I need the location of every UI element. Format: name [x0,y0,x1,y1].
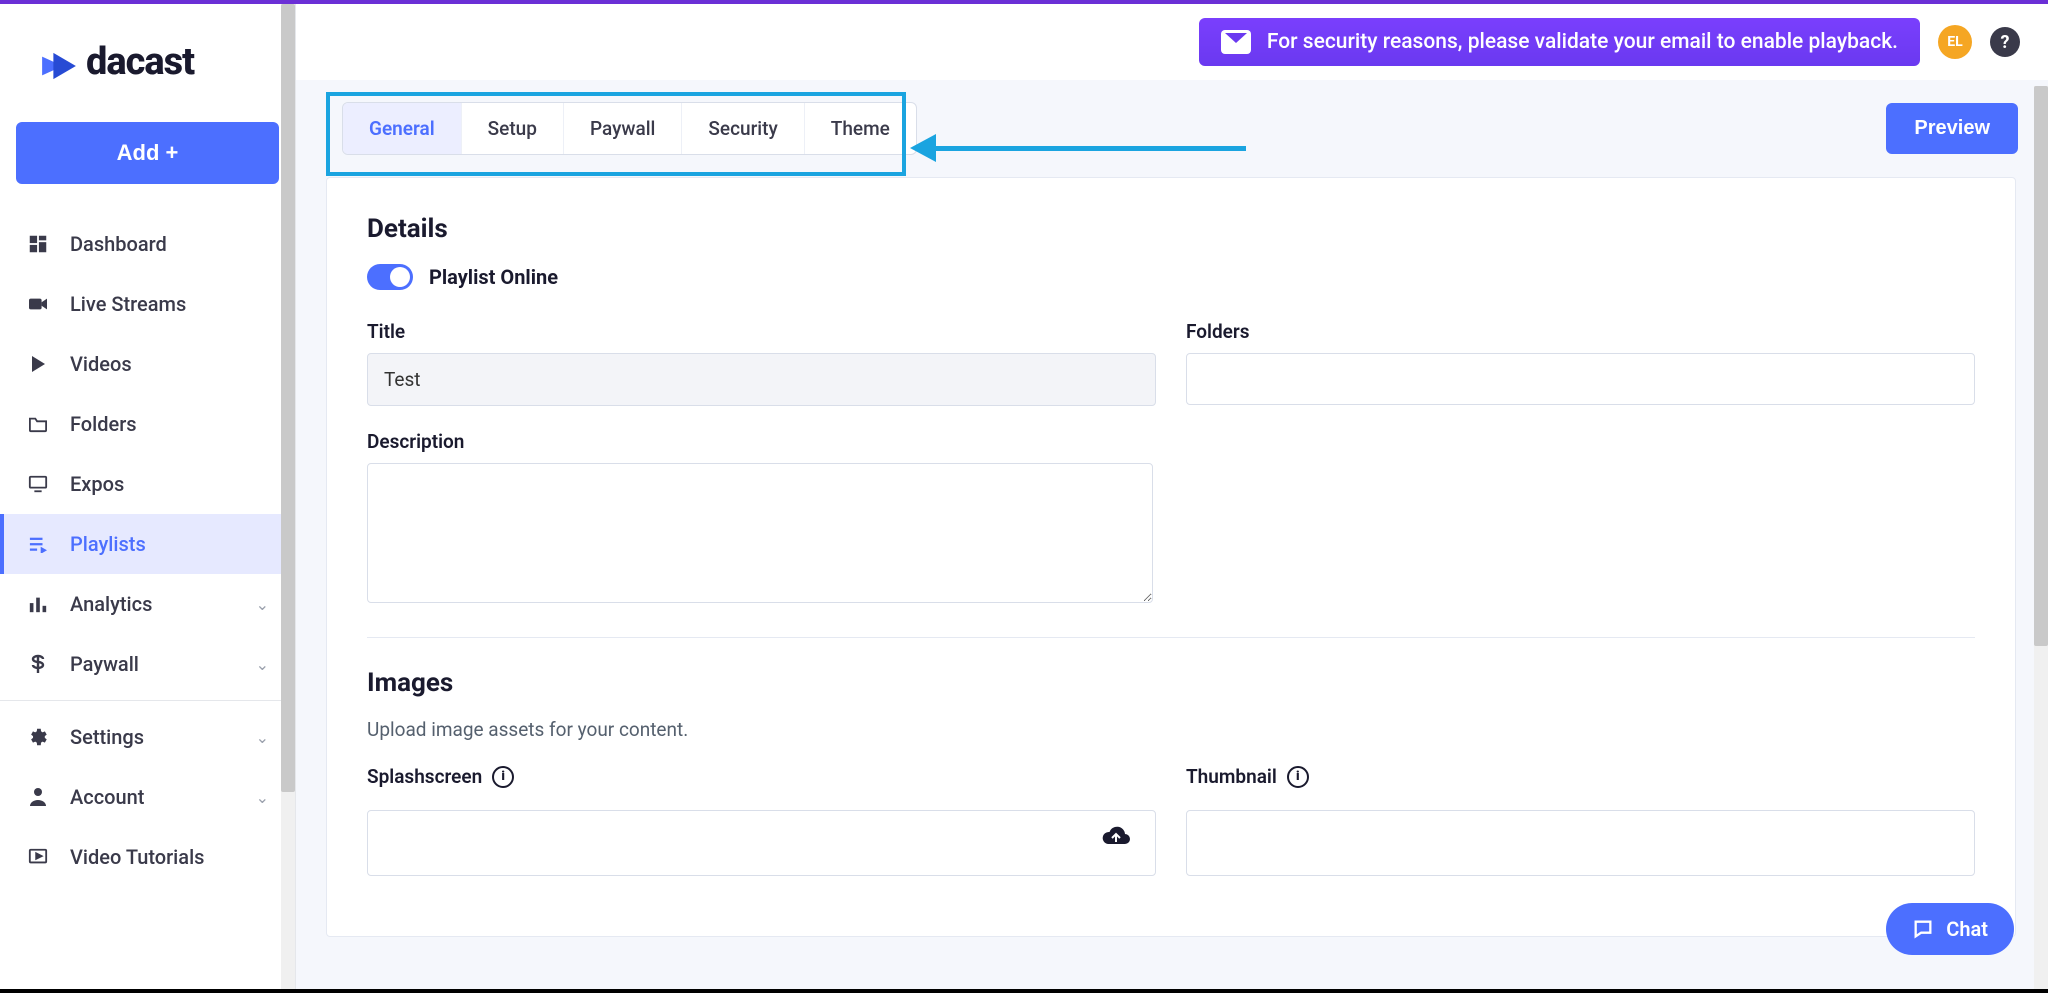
brand-logo: dacast [0,4,295,104]
tab-setup[interactable]: Setup [462,103,564,154]
main-scrollbar[interactable] [2034,86,2048,989]
sidebar-item-label: Folders [70,412,137,436]
bars-icon [26,592,50,616]
playlist-online-toggle[interactable] [367,264,413,290]
chat-label: Chat [1946,917,1988,941]
dollar-icon [26,652,50,676]
sidebar-item-label: Dashboard [70,232,167,256]
folder-icon [26,412,50,436]
sidebar-item-videos[interactable]: Videos [0,334,295,394]
thumbnail-label: Thumbnail i [1186,765,1975,788]
title-input[interactable] [367,353,1156,406]
main-nav: Dashboard Live Streams Videos Folders [0,214,295,989]
images-subtext: Upload image assets for your content. [367,718,1975,741]
tab-security[interactable]: Security [682,103,804,154]
sidebar-item-label: Videos [70,352,132,376]
brand-text: dacast [86,40,194,84]
dashboard-icon [26,232,50,256]
sidebar-item-playlists[interactable]: Playlists [0,514,295,574]
sidebar-item-label: Video Tutorials [70,845,204,869]
info-icon[interactable]: i [492,766,514,788]
sidebar-item-label: Analytics [70,592,152,616]
annotation-arrow [910,134,1246,162]
toggle-label: Playlist Online [429,265,558,289]
sidebar-scrollbar[interactable] [281,4,295,989]
sidebar-item-analytics[interactable]: Analytics ⌄ [0,574,295,634]
sidebar-item-dashboard[interactable]: Dashboard [0,214,295,274]
sidebar-item-account[interactable]: Account ⌄ [0,767,295,827]
section-divider [367,637,1975,638]
sidebar-item-folders[interactable]: Folders [0,394,295,454]
sidebar: dacast Add + Dashboard Live Streams Vid [0,4,296,989]
avatar[interactable]: EL [1938,25,1972,59]
title-label: Title [367,320,1156,343]
help-icon[interactable]: ? [1990,27,2020,57]
chevron-down-icon: ⌄ [256,788,269,807]
gear-icon [26,725,50,749]
chevron-down-icon: ⌄ [256,728,269,747]
sidebar-item-label: Settings [70,725,144,749]
tabs: General Setup Paywall Security Theme [342,102,917,155]
playlist-icon [26,532,50,556]
images-heading: Images [367,668,1975,698]
sidebar-item-label: Live Streams [70,292,186,316]
sidebar-item-label: Paywall [70,652,139,676]
description-label: Description [367,430,1153,453]
tab-theme[interactable]: Theme [805,103,916,154]
sidebar-item-live-streams[interactable]: Live Streams [0,274,295,334]
description-textarea[interactable] [367,463,1153,603]
sidebar-item-settings[interactable]: Settings ⌄ [0,707,295,767]
email-validation-banner[interactable]: For security reasons, please validate yo… [1199,18,1920,66]
topbar: For security reasons, please validate yo… [296,4,2048,80]
details-heading: Details [367,214,1975,244]
details-card: Details Playlist Online Title Folders [326,177,2016,937]
main-content: For security reasons, please validate yo… [296,4,2048,989]
thumbnail-dropzone[interactable] [1186,810,1975,876]
splashscreen-label: Splashscreen i [367,765,1156,788]
mail-icon [1221,30,1251,54]
tab-paywall[interactable]: Paywall [564,103,682,154]
chat-icon [1912,918,1934,940]
sidebar-item-label: Playlists [70,532,146,556]
folders-label: Folders [1186,320,1975,343]
cloud-upload-icon [1101,825,1131,851]
monitor-icon [26,472,50,496]
info-icon[interactable]: i [1287,766,1309,788]
chevron-down-icon: ⌄ [256,655,269,674]
content-scroll-area: General Setup Paywall Security Theme Pre… [296,80,2048,989]
splashscreen-dropzone[interactable] [367,810,1156,876]
playlist-online-toggle-row: Playlist Online [367,264,1975,290]
add-button[interactable]: Add + [16,122,279,184]
logo-mark-icon [40,47,78,77]
sidebar-item-video-tutorials[interactable]: Video Tutorials [0,827,295,887]
sidebar-item-paywall[interactable]: Paywall ⌄ [0,634,295,694]
folders-input[interactable] [1186,353,1975,405]
play-icon [26,352,50,376]
chevron-down-icon: ⌄ [256,595,269,614]
chat-button[interactable]: Chat [1886,903,2014,955]
sidebar-item-label: Account [70,785,144,809]
preview-button[interactable]: Preview [1886,103,2018,154]
camera-icon [26,292,50,316]
tab-general[interactable]: General [343,103,462,154]
nav-divider [0,700,295,701]
video-box-icon [26,845,50,869]
sidebar-item-label: Expos [70,472,124,496]
banner-text: For security reasons, please validate yo… [1267,30,1898,54]
user-icon [26,785,50,809]
sidebar-item-expos[interactable]: Expos [0,454,295,514]
tabs-row: General Setup Paywall Security Theme Pre… [326,80,2038,177]
